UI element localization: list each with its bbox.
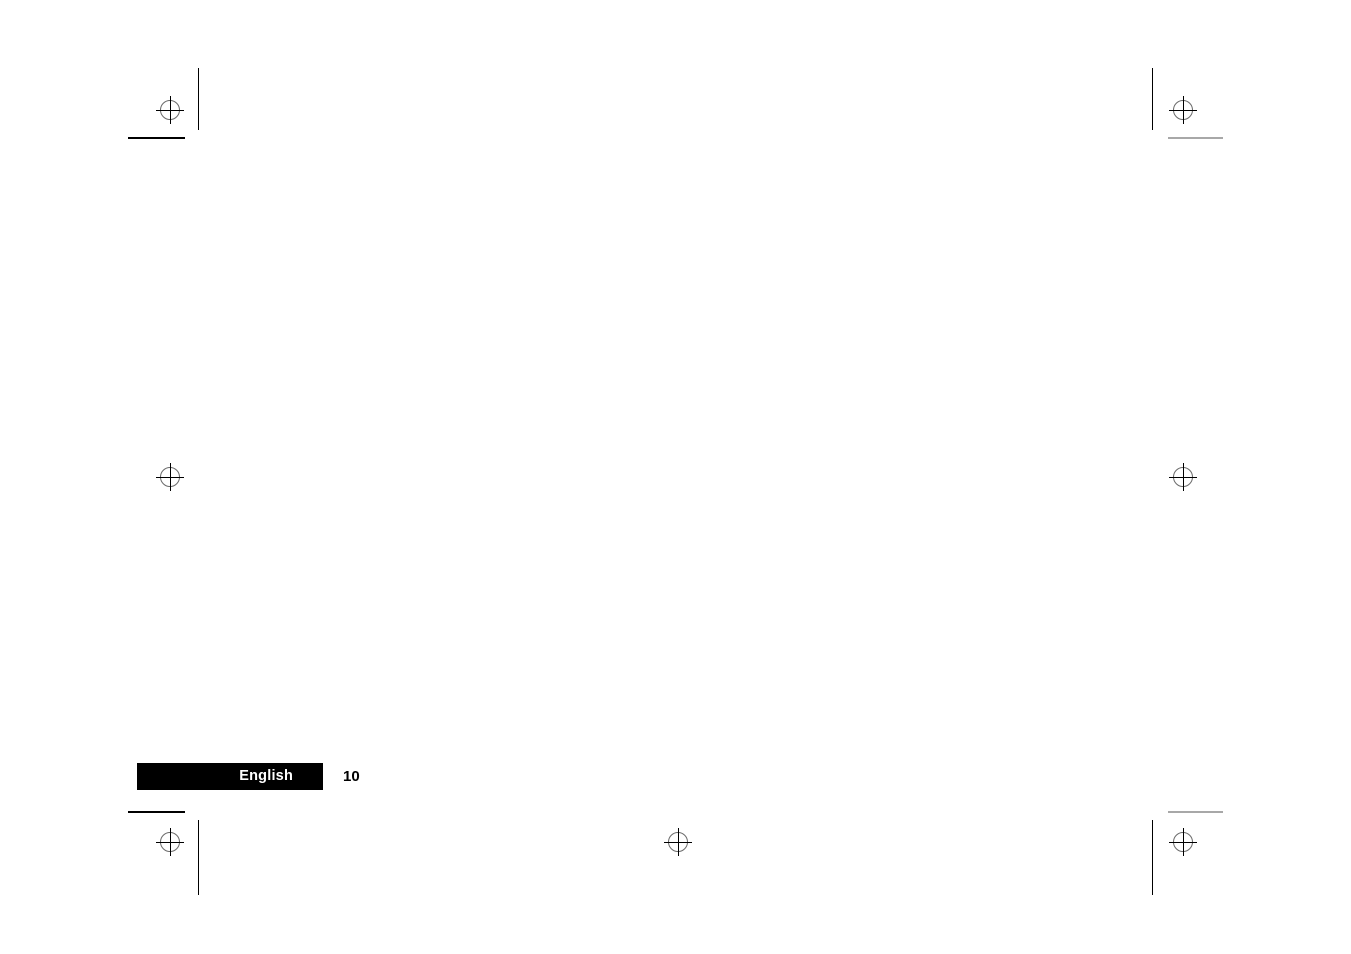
registration-mark-bottom-left (156, 828, 184, 856)
crop-mark-horizontal-bottom-left (128, 811, 185, 813)
registration-mark-bottom-right (1169, 828, 1197, 856)
registration-crosshair-horizontal-icon (1169, 841, 1197, 843)
crop-mark-vertical-top-left (198, 68, 199, 130)
crop-mark-horizontal-bottom-right (1168, 811, 1223, 813)
registration-mark-top-right (1169, 96, 1197, 124)
registration-mark-middle-right (1169, 463, 1197, 491)
crop-mark-horizontal-top-right (1168, 137, 1223, 139)
registration-mark-middle-left (156, 463, 184, 491)
page-footer: English 10 (137, 763, 360, 790)
registration-crosshair-horizontal-icon (1169, 476, 1197, 478)
page-number: 10 (343, 768, 360, 785)
registration-crosshair-horizontal-icon (1169, 109, 1197, 111)
crop-mark-horizontal-top-left (128, 137, 185, 139)
page-content-area (198, 137, 1152, 811)
language-bar: English (137, 763, 323, 790)
registration-crosshair-horizontal-icon (156, 476, 184, 478)
language-label: English (239, 768, 293, 785)
document-page: English 10 (0, 0, 1351, 954)
registration-crosshair-horizontal-icon (156, 109, 184, 111)
crop-mark-vertical-bottom-left (198, 820, 199, 895)
registration-crosshair-horizontal-icon (156, 841, 184, 843)
crop-mark-vertical-top-right (1152, 68, 1153, 130)
crop-mark-vertical-bottom-right (1152, 820, 1153, 895)
registration-mark-bottom-center (664, 828, 692, 856)
registration-mark-top-left (156, 96, 184, 124)
registration-crosshair-horizontal-icon (664, 841, 692, 843)
